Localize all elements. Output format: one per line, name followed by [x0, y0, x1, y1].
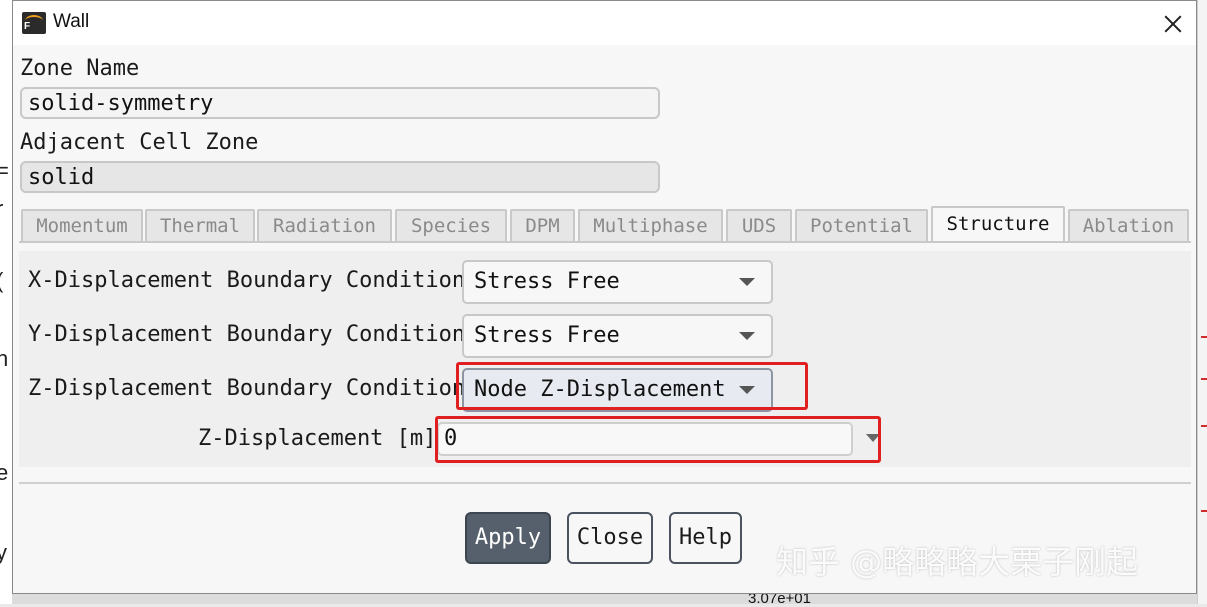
adjacent-cell-zone-field: solid	[20, 161, 660, 193]
z-displacement-dropdown[interactable]: Node Z-Displacement	[462, 368, 773, 412]
tab-multiphase[interactable]: Multiphase	[578, 209, 723, 242]
fluent-app-icon	[22, 12, 46, 34]
y-displacement-label: Y-Displacement Boundary Condition	[28, 322, 466, 347]
tab-thermal[interactable]: Thermal	[145, 209, 255, 242]
y-displacement-value: Stress Free	[474, 323, 620, 348]
tab-species[interactable]: Species	[395, 209, 507, 242]
background-mark	[1201, 378, 1207, 380]
background-window-left: = r ( n i e y	[0, 0, 12, 604]
adjacent-cell-zone-label: Adjacent Cell Zone	[20, 130, 259, 155]
background-glyph: e	[0, 460, 9, 485]
background-mark	[1201, 336, 1207, 338]
zone-name-field[interactable]: solid-symmetry	[20, 87, 660, 119]
tab-divider	[19, 241, 1191, 243]
background-glyph: r	[0, 196, 3, 222]
chevron-down-icon	[739, 332, 755, 340]
x-displacement-value: Stress Free	[474, 269, 620, 294]
tab-ablation[interactable]: Ablation	[1068, 209, 1189, 242]
background-glyph: (	[0, 268, 3, 294]
tab-structure[interactable]: Structure	[931, 206, 1065, 242]
z-displacement-label: Z-Displacement Boundary Condition	[28, 376, 466, 401]
help-button[interactable]: Help	[669, 512, 742, 564]
z-displacement-value-label: Z-Displacement [m]	[198, 426, 437, 451]
x-displacement-label: X-Displacement Boundary Condition	[28, 268, 466, 293]
tab-dpm[interactable]: DPM	[510, 209, 575, 242]
z-displacement-value: Node Z-Displacement	[474, 377, 726, 402]
tab-momentum[interactable]: Momentum	[21, 209, 143, 242]
background-window-right	[1197, 0, 1207, 604]
background-mark	[1201, 510, 1207, 512]
y-displacement-dropdown[interactable]: Stress Free	[462, 314, 773, 358]
watermark: 知乎 @略略略大栗子刚起	[776, 543, 1139, 581]
chevron-down-icon[interactable]	[866, 434, 880, 442]
background-glyph: n	[0, 346, 9, 371]
button-separator	[19, 482, 1191, 484]
background-glyph: y	[0, 540, 7, 565]
background-glyph: i	[0, 382, 1, 408]
zone-name-label: Zone Name	[20, 56, 140, 81]
chevron-down-icon	[739, 278, 755, 286]
window-title: Wall	[53, 11, 90, 32]
close-button[interactable]: Close	[567, 512, 653, 564]
title-bar: Wall	[13, 1, 1196, 45]
tab-bar: Momentum Thermal Radiation Species DPM M…	[19, 206, 1191, 242]
z-displacement-input[interactable]: 0	[437, 422, 853, 456]
close-icon[interactable]	[1161, 12, 1185, 36]
tab-radiation[interactable]: Radiation	[257, 209, 392, 242]
tab-potential[interactable]: Potential	[795, 209, 928, 242]
x-displacement-dropdown[interactable]: Stress Free	[462, 260, 773, 304]
apply-button[interactable]: Apply	[465, 512, 551, 564]
background-mark	[1201, 425, 1207, 427]
tab-uds[interactable]: UDS	[726, 209, 792, 242]
chevron-down-icon	[739, 386, 755, 394]
background-glyph: =	[0, 158, 9, 183]
wall-dialog: Wall Zone Name solid-symmetry Adjacent C…	[12, 0, 1197, 594]
background-window-bottom: 3.07e+01	[12, 590, 1197, 607]
